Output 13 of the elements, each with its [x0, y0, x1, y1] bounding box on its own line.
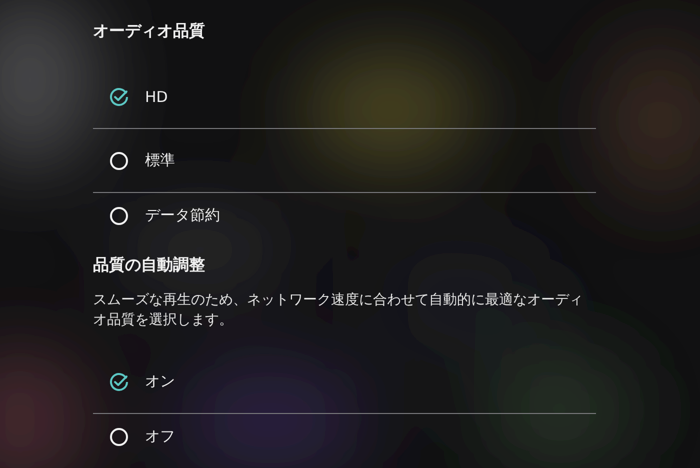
radio-option[interactable]: データ節約	[93, 193, 596, 239]
radio-option[interactable]: 標準	[93, 129, 596, 193]
section-heading: オーディオ品質	[93, 20, 206, 42]
radio-option[interactable]: HD	[93, 65, 596, 129]
section-description: スムーズな再生のため、ネットワーク速度に合わせて自動的に最適なオーディオ品質を選択します。	[93, 291, 584, 330]
radio-option[interactable]: オン	[93, 350, 596, 414]
option-label: データ節約	[145, 206, 220, 225]
option-label: オフ	[145, 427, 175, 446]
option-label: オン	[145, 372, 175, 391]
option-label: 標準	[145, 151, 175, 170]
radio-option[interactable]: オフ	[93, 414, 596, 460]
section-heading: 品質の自動調整	[93, 254, 206, 276]
option-label: HD	[145, 88, 168, 106]
